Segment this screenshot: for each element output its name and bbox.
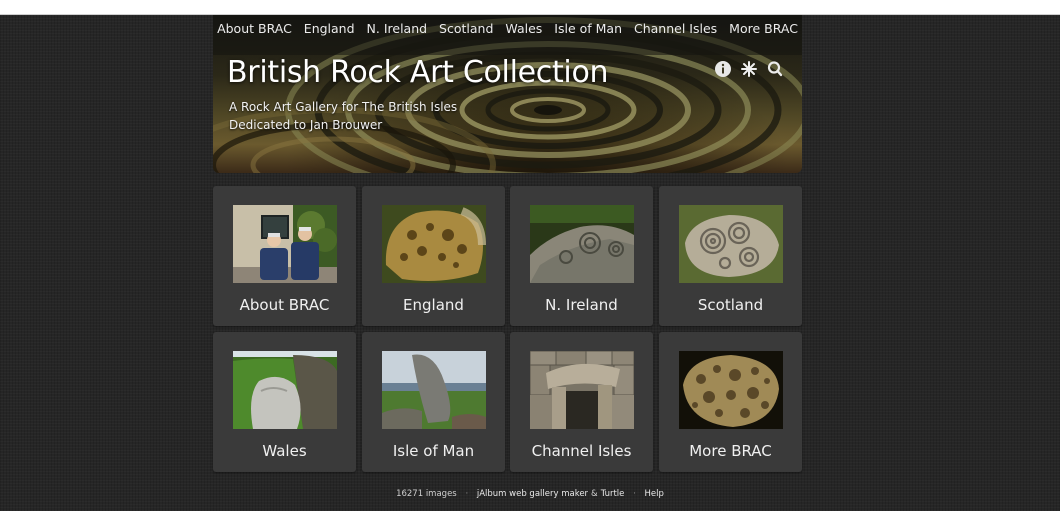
footer: 16271 images · jAlbum web gallery maker &… (0, 489, 1060, 499)
info-icon[interactable] (714, 60, 732, 78)
isle-of-man-stone-photo (382, 351, 486, 429)
tile-isle-of-man[interactable]: Isle of Man (362, 332, 505, 472)
scotland-rock-photo (679, 205, 783, 283)
tile-more-brac[interactable]: More BRAC (659, 332, 802, 472)
nav-scotland[interactable]: Scotland (439, 21, 493, 36)
tile-label: Scotland (697, 296, 764, 314)
top-navigation: About BRAC England N. Ireland Scotland W… (213, 21, 802, 36)
tile-label: More BRAC (689, 442, 772, 460)
tile-scotland[interactable]: Scotland (659, 186, 802, 326)
tile-england[interactable]: England (362, 186, 505, 326)
n-ireland-rock-photo (530, 205, 634, 283)
england-rock-photo (382, 205, 486, 283)
tile-about-brac[interactable]: About BRAC (213, 186, 356, 326)
about-brac-photo (233, 205, 337, 283)
more-brac-rock-photo (679, 351, 783, 429)
browser-bottom-strip (0, 511, 1060, 525)
slideshow-star-icon[interactable] (740, 60, 758, 78)
nav-england[interactable]: England (304, 21, 355, 36)
jalbum-link[interactable]: jAlbum web gallery maker (477, 489, 588, 499)
site-subtitle: A Rock Art Gallery for The British Isles (229, 100, 458, 114)
nav-isle-of-man[interactable]: Isle of Man (554, 21, 622, 36)
footer-ampersand: & (591, 489, 598, 499)
image-count: 16271 images (396, 489, 457, 499)
nav-wales[interactable]: Wales (505, 21, 542, 36)
turtle-skin-link[interactable]: Turtle (601, 489, 625, 499)
dedication-text: Dedicated to Jan Brouwer (229, 118, 383, 132)
tile-label: About BRAC (239, 296, 330, 314)
nav-channel-isles[interactable]: Channel Isles (634, 21, 717, 36)
footer-separator: · (633, 489, 636, 499)
search-icon[interactable] (766, 60, 784, 78)
tile-channel-isles[interactable]: Channel Isles (510, 332, 653, 472)
footer-separator: · (465, 489, 469, 499)
channel-isles-dolmen-photo (530, 351, 634, 429)
header-banner: About BRAC England N. Ireland Scotland W… (213, 15, 802, 173)
nav-n-ireland[interactable]: N. Ireland (367, 21, 428, 36)
nav-about-brac[interactable]: About BRAC (217, 21, 292, 36)
help-link[interactable]: Help (645, 489, 664, 499)
rock-art-rings-image (213, 15, 802, 173)
tile-label: N. Ireland (545, 296, 618, 314)
tile-label: Channel Isles (531, 442, 632, 460)
tile-n-ireland[interactable]: N. Ireland (510, 186, 653, 326)
wales-stone-photo (233, 351, 337, 429)
tile-label: Wales (262, 442, 307, 460)
tile-label: England (403, 296, 464, 314)
nav-more-brac[interactable]: More BRAC (729, 21, 798, 36)
browser-top-strip (0, 0, 1060, 15)
tile-wales[interactable]: Wales (213, 332, 356, 472)
tile-label: Isle of Man (392, 442, 475, 460)
site-title[interactable]: British Rock Art Collection (227, 55, 609, 90)
